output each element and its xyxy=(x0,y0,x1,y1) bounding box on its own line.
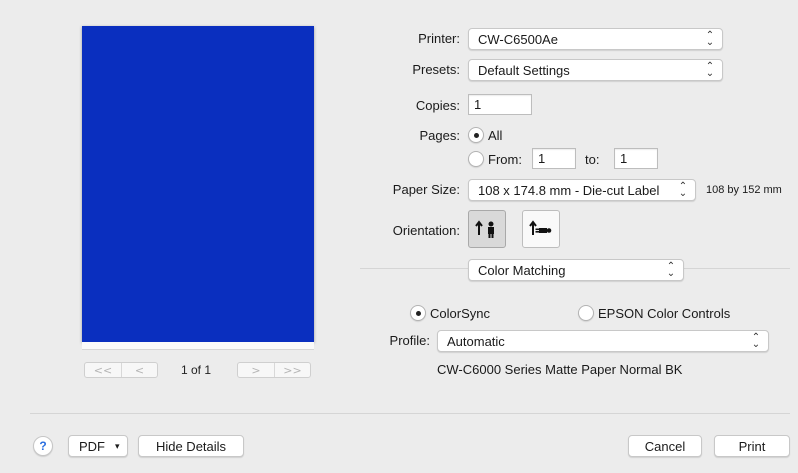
portrait-icon xyxy=(475,220,494,238)
pdf-menu-button[interactable]: PDF ▾ xyxy=(68,435,128,457)
footer-divider xyxy=(30,413,790,414)
cancel-button[interactable]: Cancel xyxy=(628,435,702,457)
section-value: Color Matching xyxy=(478,262,566,278)
paper-size-popup[interactable]: 108 x 174.8 mm - Die-cut Label ⌃ ⌄ xyxy=(468,179,696,201)
epson-color-controls-label: EPSON Color Controls xyxy=(598,306,731,321)
colorsync-radio[interactable] xyxy=(410,305,426,321)
section-popup[interactable]: Color Matching ⌃ ⌄ xyxy=(468,259,684,281)
profile-value: Automatic xyxy=(447,333,505,349)
printer-popup[interactable]: CW-C6500Ae ⌃ ⌄ xyxy=(468,28,723,50)
paper-size-dimension: 108 by 152 mm xyxy=(706,184,782,196)
paper-size-label: Paper Size: xyxy=(392,182,460,197)
presets-value: Default Settings xyxy=(478,62,570,78)
preview-back-nav: << < xyxy=(84,362,158,378)
presets-popup[interactable]: Default Settings ⌃ ⌄ xyxy=(468,59,723,81)
page-count: 1 of 1 xyxy=(180,363,212,377)
pages-to-field[interactable]: 1 xyxy=(614,148,658,169)
chevron-updown-icon: ⌃ ⌄ xyxy=(751,332,761,350)
print-button[interactable]: Print xyxy=(714,435,790,457)
printer-value: CW-C6500Ae xyxy=(478,31,558,47)
profile-popup[interactable]: Automatic ⌃ ⌄ xyxy=(437,330,769,352)
previous-page-button[interactable]: < xyxy=(121,363,157,377)
next-page-button[interactable]: > xyxy=(238,363,274,377)
pages-all-label: All xyxy=(488,128,503,143)
chevron-updown-icon: ⌃ ⌄ xyxy=(705,30,715,48)
pages-from-field[interactable]: 1 xyxy=(532,148,576,169)
copies-label: Copies: xyxy=(415,98,460,113)
profile-description: CW-C6000 Series Matte Paper Normal BK xyxy=(437,362,683,377)
pages-label: Pages: xyxy=(419,128,460,143)
presets-label: Presets: xyxy=(412,62,460,77)
help-button[interactable]: ? xyxy=(33,436,53,456)
pages-from-label: From: xyxy=(488,152,522,167)
chevron-updown-icon: ⌃ ⌄ xyxy=(666,261,676,279)
preview-page-edge xyxy=(82,342,314,350)
orientation-portrait-button[interactable] xyxy=(468,210,506,248)
colorsync-label: ColorSync xyxy=(430,306,490,321)
orientation-label: Orientation: xyxy=(392,223,460,238)
chevron-updown-icon: ⌃ ⌄ xyxy=(705,61,715,79)
orientation-landscape-button[interactable] xyxy=(522,210,560,248)
print-preview-page xyxy=(82,26,314,342)
last-page-button[interactable]: >> xyxy=(274,363,310,377)
chevron-down-icon: ▾ xyxy=(115,440,120,451)
pages-to-label: to: xyxy=(585,152,600,167)
printer-label: Printer: xyxy=(418,31,460,46)
chevron-updown-icon: ⌃ ⌄ xyxy=(678,181,688,199)
copies-field[interactable]: 1 xyxy=(468,94,532,115)
profile-label: Profile: xyxy=(389,333,430,348)
landscape-icon xyxy=(529,220,552,235)
pages-all-radio[interactable] xyxy=(468,127,484,143)
pdf-label: PDF xyxy=(79,438,105,454)
hide-details-button[interactable]: Hide Details xyxy=(138,435,244,457)
first-page-button[interactable]: << xyxy=(85,363,121,377)
pages-from-radio[interactable] xyxy=(468,151,484,167)
epson-color-controls-radio[interactable] xyxy=(578,305,594,321)
preview-forward-nav: > >> xyxy=(237,362,311,378)
paper-size-value: 108 x 174.8 mm - Die-cut Label xyxy=(478,182,660,198)
